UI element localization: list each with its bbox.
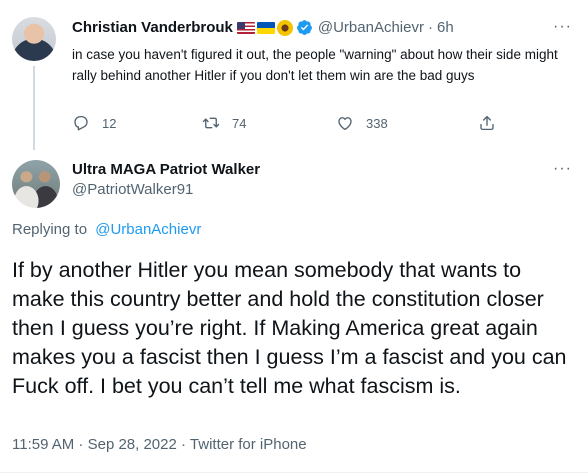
share-button[interactable] [478,114,496,132]
more-options-button[interactable]: ··· [553,18,572,36]
name-emojis [236,19,293,36]
replying-to-line: Replying to @UrbanAchievr [12,221,201,238]
reply-tweet-header: Ultra MAGA Patriot Walker @PatriotWalker… [0,150,588,220]
reply-author-avatar[interactable] [12,160,60,208]
ukraine-flag-icon [256,21,275,34]
tweet-time[interactable]: 6h [437,19,454,36]
author-name[interactable]: Christian Vanderbrouk [72,19,233,36]
retweet-icon [202,117,220,129]
author-avatar[interactable] [12,17,56,61]
heart-icon [338,117,352,131]
replying-to-link[interactable]: @UrbanAchievr [95,221,201,238]
reply-button[interactable]: 12 [72,114,116,132]
reply-icon [74,115,88,131]
share-icon [480,115,494,131]
like-button[interactable]: 338 [336,114,388,132]
reply-tweet-text: If by another Hitler you mean somebody t… [12,258,567,398]
reply-author-handle[interactable]: @PatriotWalker91 [72,181,193,198]
reply-author-name[interactable]: Ultra MAGA Patriot Walker [72,161,260,178]
verified-badge-icon [296,20,312,35]
like-count: 338 [366,115,388,131]
replying-to-prefix: Replying to [12,221,88,238]
original-tweet[interactable]: Christian Vanderbrouk @UrbanAchievr · 6h… [0,0,588,150]
author-handle[interactable]: @UrbanAchievr [318,19,424,36]
reply-count: 12 [102,115,117,131]
tweet-actions: 12 74 338 [72,114,502,134]
divider [0,472,588,473]
retweet-count: 74 [232,115,247,131]
sunflower-icon [276,19,293,36]
time-separator: · [427,19,433,36]
us-flag-icon [236,21,255,34]
reply-timestamp[interactable]: 11:59 AM · Sep 28, 2022 · Twitter for iP… [12,436,307,453]
tweet-header: Christian Vanderbrouk @UrbanAchievr · 6h [72,19,454,36]
tweet-text: in case you haven't figured it out, the … [72,47,558,83]
thread-connector-line [33,66,35,150]
retweet-button[interactable]: 74 [202,114,246,132]
reply-more-options-button[interactable]: ··· [553,160,572,178]
